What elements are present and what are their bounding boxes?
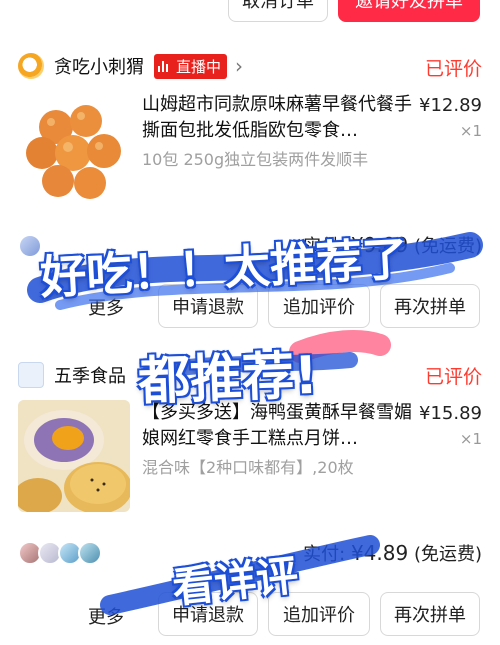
- invite-group-label: 邀请好友拼单: [355, 0, 463, 12]
- live-bars-icon: [158, 60, 170, 72]
- paid-amount: ¥4.89: [350, 541, 409, 565]
- invite-group-button[interactable]: 邀请好友拼单: [338, 0, 480, 22]
- shop-header[interactable]: 五季食品: [18, 358, 126, 392]
- product-title[interactable]: 山姆超市同款原味麻薯早餐代餐手撕面包批发低脂欧包零食…: [142, 92, 414, 144]
- overlay-caption-2: 都推荐!: [137, 345, 319, 413]
- shop-logo-icon: [18, 53, 44, 79]
- add-review-label: 追加评价: [283, 297, 355, 318]
- reorder-button[interactable]: 再次拼单: [380, 284, 480, 328]
- shop-header[interactable]: 贪吃小刺猬 直播中 ›: [18, 49, 243, 83]
- product-quantity: ×1: [459, 430, 482, 448]
- product-image[interactable]: [18, 95, 130, 207]
- order-status: 已评价: [424, 58, 482, 80]
- add-review-label: 追加评价: [283, 605, 355, 626]
- product-image[interactable]: [18, 400, 130, 512]
- shop-name: 贪吃小刺猬: [54, 57, 144, 78]
- egg-yolk-pastry-image: [18, 400, 130, 512]
- paid-note: (免运费): [413, 544, 482, 565]
- product-spec: 10包 250g独立包装两件发顺丰: [142, 150, 369, 169]
- product-quantity: ×1: [459, 122, 482, 140]
- cancel-order-button[interactable]: 取消订单: [228, 0, 328, 22]
- group-avatars: [18, 541, 102, 565]
- reorder-button[interactable]: 再次拼单: [380, 592, 480, 636]
- live-badge[interactable]: 直播中: [154, 53, 228, 79]
- product-spec: 混合味【2种口味都有】,20枚: [142, 458, 354, 477]
- paid-summary: 实付: ¥4.89 (免运费): [303, 540, 482, 566]
- more-button[interactable]: 更多: [88, 603, 124, 629]
- product-price: ¥15.89: [419, 403, 482, 424]
- cancel-order-label: 取消订单: [242, 0, 314, 12]
- group-avatars: [18, 234, 42, 258]
- order-status: 已评价: [424, 366, 482, 388]
- chevron-right-icon[interactable]: ›: [235, 54, 243, 78]
- paid-note: (免运费): [413, 236, 482, 257]
- avatar-icon: [78, 541, 102, 565]
- mochi-bread-image: [26, 105, 121, 199]
- product-price: ¥12.89: [419, 95, 482, 116]
- reorder-label: 再次拼单: [394, 297, 466, 318]
- paid-label: 实付:: [303, 544, 346, 565]
- shop-logo-icon: [18, 362, 44, 388]
- live-badge-label: 直播中: [176, 57, 222, 76]
- reorder-label: 再次拼单: [394, 605, 466, 626]
- shop-name: 五季食品: [54, 366, 126, 387]
